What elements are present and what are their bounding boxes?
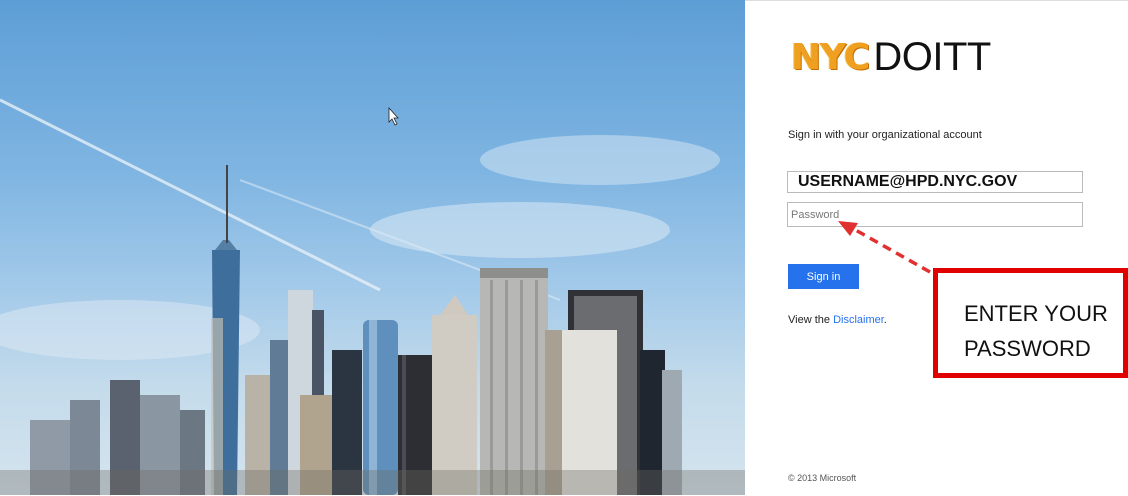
disclaimer-link[interactable]: Disclaimer [833, 314, 884, 326]
username-field[interactable]: USERNAME@HPD.NYC.GOV [787, 171, 1083, 193]
signin-button[interactable]: Sign in [788, 264, 859, 289]
signin-prompt: Sign in with your organizational account [788, 129, 982, 141]
logo-nyc-text: NYC [791, 36, 870, 78]
annotation-callout: ENTER YOUR PASSWORD [933, 268, 1128, 378]
cursor-icon [388, 106, 399, 126]
disclaimer-prefix: View the [788, 314, 834, 326]
username-value: USERNAME@HPD.NYC.GOV [798, 173, 1018, 190]
logo-doitt-text: DOITT [873, 34, 991, 79]
callout-line-2: PASSWORD [964, 336, 1091, 361]
password-input[interactable] [788, 203, 1082, 226]
nyc-doitt-logo: NYC DOITT [791, 34, 991, 79]
skyline-illustration [0, 98, 745, 495]
signin-panel: NYC DOITT Sign in with your organization… [745, 0, 1128, 496]
disclaimer-text: View the Disclaimer. [788, 314, 887, 326]
password-field-wrapper [787, 202, 1083, 227]
disclaimer-suffix: . [883, 314, 887, 326]
callout-line-1: ENTER YOUR [964, 301, 1108, 326]
hero-image-skyline [0, 0, 745, 495]
copyright-text: © 2013 Microsoft [788, 473, 857, 483]
